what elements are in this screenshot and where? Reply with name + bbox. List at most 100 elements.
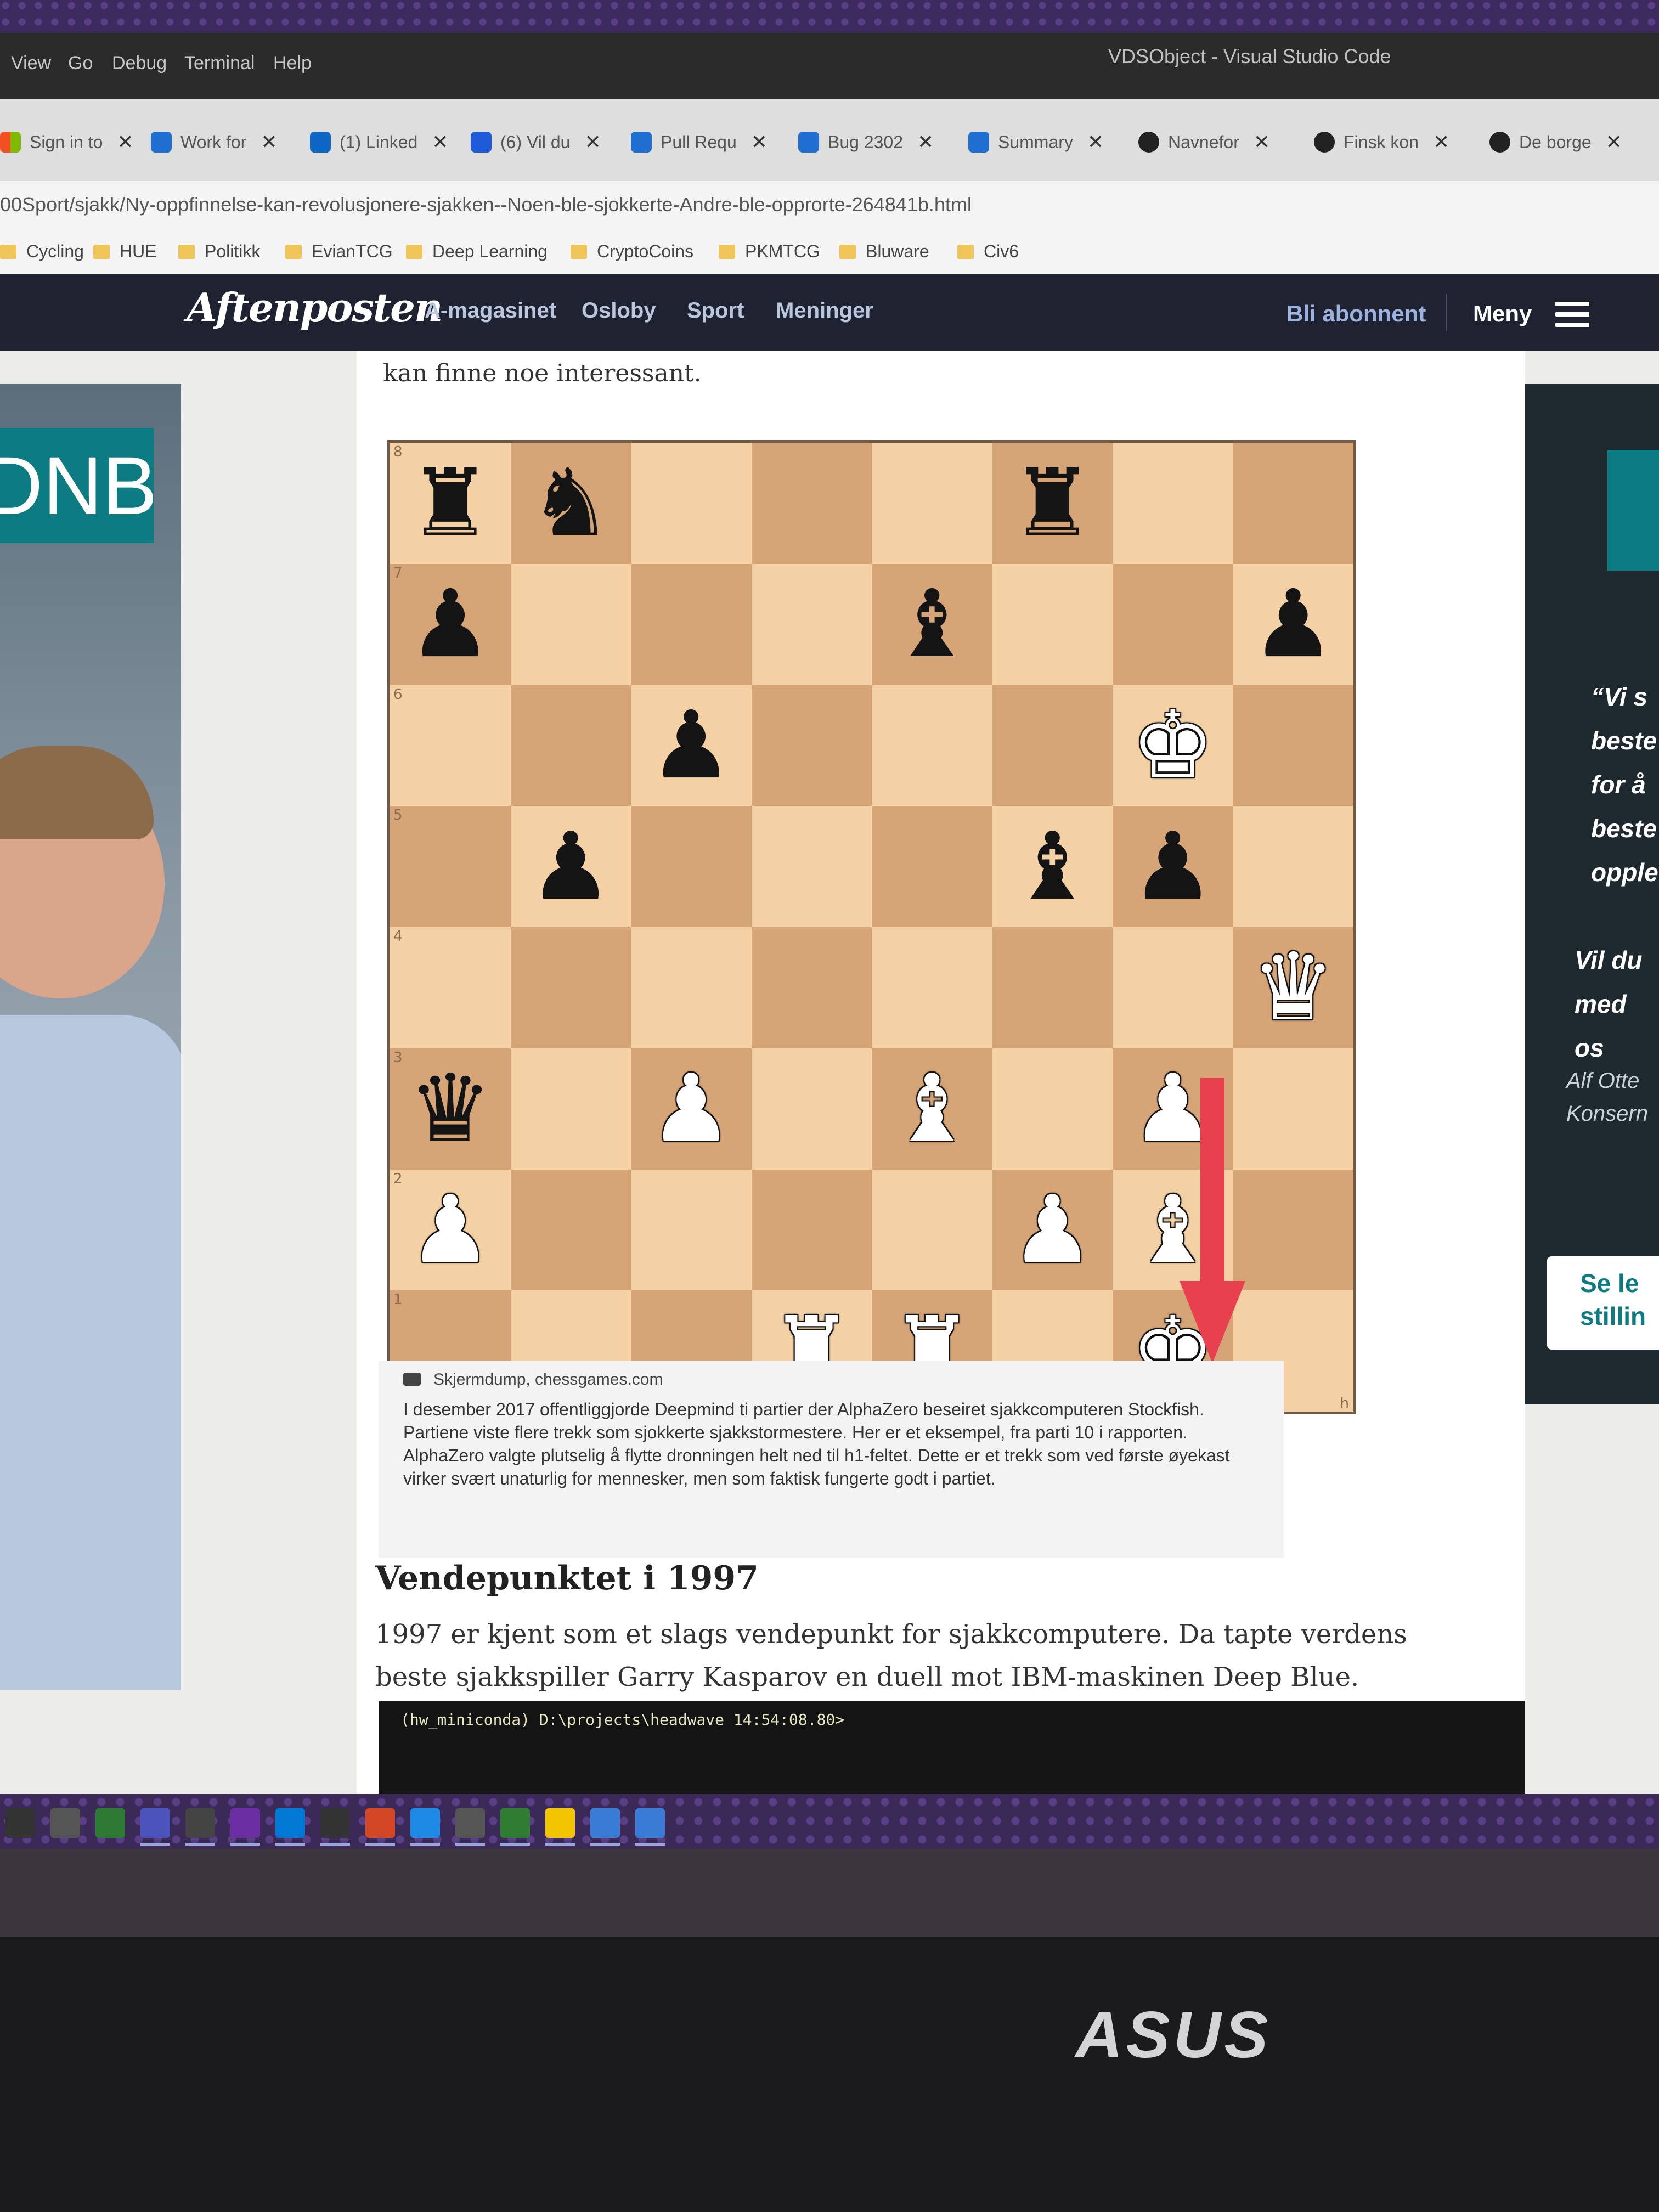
square-c5[interactable] (631, 806, 752, 927)
tab-pull-requests[interactable]: Pull Requ ✕ (631, 123, 768, 161)
square-h5[interactable] (1233, 806, 1353, 927)
menu-button[interactable]: Meny (1473, 301, 1532, 327)
nav-osloby[interactable]: Osloby (582, 298, 656, 323)
terminal-window[interactable]: (hw_miniconda) D:\projects\headwave 14:5… (379, 1701, 1525, 1799)
site-logo[interactable]: Aftenposten (187, 284, 443, 331)
square-c8[interactable] (631, 443, 752, 564)
turtle-icon-2[interactable] (635, 1808, 665, 1846)
paint-icon[interactable] (365, 1808, 395, 1846)
git-icon[interactable] (500, 1808, 530, 1846)
close-icon[interactable]: ✕ (1254, 131, 1270, 154)
square-e8[interactable] (872, 443, 992, 564)
square-h7[interactable]: ♟ (1233, 563, 1353, 685)
black-pawn-icon[interactable]: ♟ (409, 578, 492, 671)
square-d5[interactable] (751, 806, 872, 927)
ad-cta-button[interactable]: Se le stillin (1547, 1256, 1659, 1350)
square-h3[interactable] (1233, 1048, 1353, 1170)
skype-icon[interactable] (275, 1808, 305, 1846)
sticky-icon[interactable] (545, 1808, 575, 1846)
square-a7[interactable]: 7 ♟ (390, 563, 511, 685)
unity-icon[interactable] (95, 1808, 125, 1838)
square-a3[interactable]: 3 ♛ (390, 1048, 511, 1170)
square-b2[interactable] (510, 1169, 631, 1291)
tab-sign-in[interactable]: Sign in to ✕ (0, 123, 134, 161)
black-bishop-icon[interactable]: ♝ (890, 578, 974, 671)
menu-go[interactable]: Go (68, 53, 93, 74)
close-icon[interactable]: ✕ (917, 131, 934, 154)
close-icon[interactable]: ✕ (432, 131, 448, 154)
square-g5[interactable]: ♟ (1113, 806, 1233, 927)
tab-vil-du[interactable]: (6) Vil du ✕ (471, 123, 601, 161)
square-e2[interactable] (872, 1169, 992, 1291)
black-pawn-icon[interactable]: ♟ (529, 820, 612, 913)
square-e3[interactable]: ♝ (872, 1048, 992, 1170)
square-a4[interactable]: 4 (390, 927, 511, 1048)
clock-icon[interactable] (50, 1808, 80, 1838)
tab-de-borge[interactable]: De borge ✕ (1489, 123, 1622, 161)
white-queen-icon[interactable]: ♛ (1251, 941, 1335, 1034)
square-f7[interactable] (992, 563, 1113, 685)
url-text[interactable]: 00Sport/sjakk/Ny-oppfinnelse-kan-revolus… (0, 193, 972, 216)
square-c3[interactable]: ♟ (631, 1048, 752, 1170)
menu-debug[interactable]: Debug (112, 53, 167, 74)
hamburger-icon[interactable] (1555, 302, 1589, 327)
black-bishop-icon[interactable]: ♝ (1011, 820, 1094, 913)
close-icon[interactable]: ✕ (1087, 131, 1104, 154)
menu-terminal[interactable]: Terminal (184, 53, 255, 74)
square-c2[interactable] (631, 1169, 752, 1291)
bookmark-deep-learning[interactable]: Deep Learning (406, 241, 548, 262)
right-advertisement[interactable]: “Vi s beste for å beste opple Vil du med… (1525, 384, 1659, 1404)
square-e4[interactable] (872, 927, 992, 1048)
square-d2[interactable] (751, 1169, 872, 1291)
tab-finsk[interactable]: Finsk kon ✕ (1314, 123, 1449, 161)
square-d4[interactable] (751, 927, 872, 1048)
square-h2[interactable] (1233, 1169, 1353, 1291)
square-b4[interactable] (510, 927, 631, 1048)
bookmark-pkmtcg[interactable]: PKMTCG (719, 241, 820, 262)
square-f6[interactable] (992, 685, 1113, 806)
black-rook-icon[interactable]: ♜ (409, 456, 492, 550)
subscribe-link[interactable]: Bli abonnent (1286, 301, 1426, 327)
white-pawn-icon[interactable]: ♟ (409, 1183, 492, 1277)
bookmark-politikk[interactable]: Politikk (178, 241, 260, 262)
bookmark-civ6[interactable]: Civ6 (957, 241, 1019, 262)
square-e5[interactable] (872, 806, 992, 927)
white-pawn-icon[interactable]: ♟ (650, 1062, 733, 1155)
monitor-icon[interactable] (455, 1808, 485, 1846)
turtle-icon[interactable] (590, 1808, 620, 1846)
menu-help[interactable]: Help (273, 53, 312, 74)
tab-bug[interactable]: Bug 2302 ✕ (798, 123, 934, 161)
square-c7[interactable] (631, 563, 752, 685)
black-rook-icon[interactable]: ♜ (1011, 456, 1094, 550)
square-f2[interactable]: ♟ (992, 1169, 1113, 1291)
square-f3[interactable] (992, 1048, 1113, 1170)
close-icon[interactable]: ✕ (751, 131, 768, 154)
square-a6[interactable]: 6 (390, 685, 511, 806)
white-bishop-icon[interactable]: ♝ (890, 1062, 974, 1155)
cmd-icon[interactable] (320, 1808, 350, 1846)
teams-icon[interactable] (140, 1808, 170, 1846)
square-e7[interactable]: ♝ (872, 563, 992, 685)
square-b5[interactable]: ♟ (510, 806, 631, 927)
white-king-icon[interactable]: ♚ (1131, 699, 1215, 792)
close-icon[interactable]: ✕ (1606, 131, 1622, 154)
close-icon[interactable]: ✕ (261, 131, 277, 154)
square-h4[interactable]: ♛ (1233, 927, 1353, 1048)
bookmark-bluware[interactable]: Bluware (839, 241, 929, 262)
square-a2[interactable]: 2 ♟ (390, 1169, 511, 1291)
menu-view[interactable]: View (11, 53, 51, 74)
nav-a-magasinet[interactable]: A-magasinet (425, 298, 556, 323)
square-a5[interactable]: 5 (390, 806, 511, 927)
square-g7[interactable] (1113, 563, 1233, 685)
address-bar[interactable]: 00Sport/sjakk/Ny-oppfinnelse-kan-revolus… (0, 181, 1659, 230)
bookmark-cryptocoins[interactable]: CryptoCoins (571, 241, 693, 262)
bookmark-hue[interactable]: HUE (93, 241, 157, 262)
square-c4[interactable] (631, 927, 752, 1048)
square-g4[interactable] (1113, 927, 1233, 1048)
square-h8[interactable] (1233, 443, 1353, 564)
square-b3[interactable] (510, 1048, 631, 1170)
square-g6[interactable]: ♚ (1113, 685, 1233, 806)
square-a8[interactable]: 8 ♜ (390, 443, 511, 564)
white-pawn-icon[interactable]: ♟ (1011, 1183, 1094, 1277)
square-d7[interactable] (751, 563, 872, 685)
